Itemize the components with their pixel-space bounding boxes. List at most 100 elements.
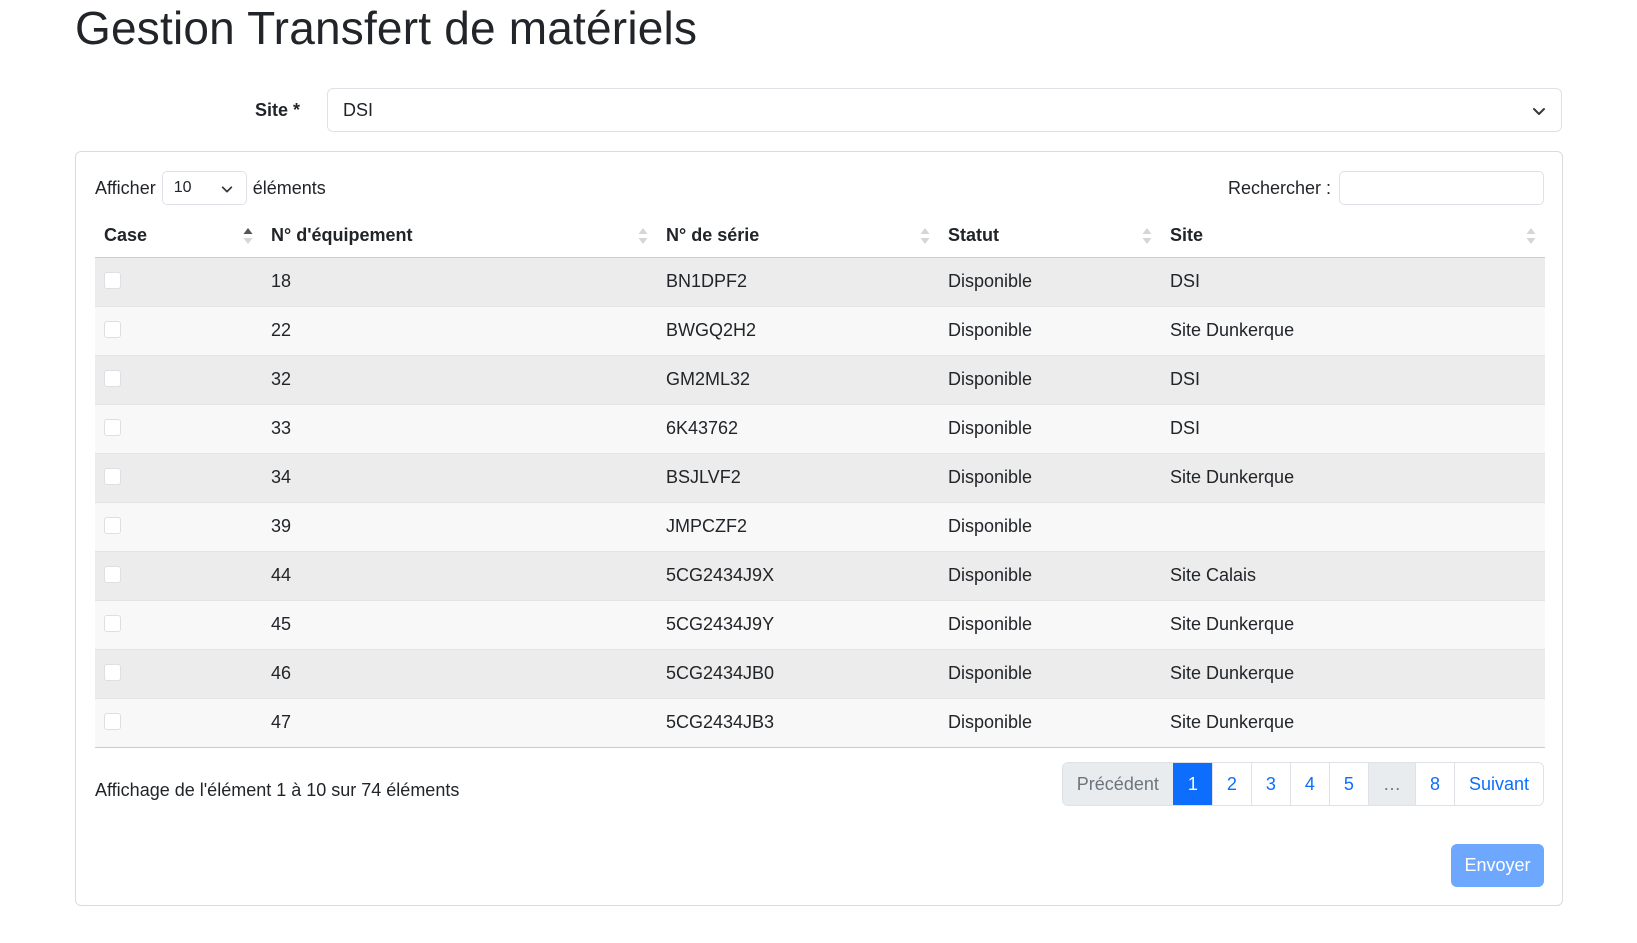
length-prefix: Afficher [95,177,156,198]
serial-cell: 6K43762 [657,403,939,453]
column-header-label: Statut [948,224,999,245]
pagination-page-8[interactable]: 8 [1414,763,1454,805]
pagination-page-1[interactable]: 1 [1172,763,1212,805]
table-card: Afficher 10 éléments Rechercher : Case N… [75,151,1563,906]
length-suffix: éléments [252,177,326,198]
pagination: Précédent 1 2 3 4 5 … 8 Suivant [1061,762,1544,806]
search-control: Rechercher : [1228,171,1544,205]
equipment-cell: 34 [262,452,657,502]
row-checkbox[interactable] [104,663,121,681]
row-checkbox[interactable] [104,467,121,485]
status-cell: Disponible [939,697,1161,748]
status-cell: Disponible [939,599,1161,649]
pagination-page-5[interactable]: 5 [1328,763,1368,805]
case-cell [95,648,262,698]
case-cell [95,550,262,600]
equipment-cell: 18 [262,257,657,306]
search-input[interactable] [1339,171,1544,205]
status-cell: Disponible [939,550,1161,600]
chevron-down-icon [1533,108,1545,115]
search-label: Rechercher : [1227,177,1331,198]
row-checkbox[interactable] [104,418,121,436]
status-cell: Disponible [939,648,1161,698]
page-length-select[interactable]: 10 [161,171,247,205]
column-header-label: Site [1170,224,1204,245]
site-label: Site * [254,100,300,120]
case-cell [95,452,262,502]
serial-cell: BWGQ2H2 [657,305,939,355]
table-row: 32 GM2ML32 Disponible DSI [95,354,1545,404]
row-checkbox[interactable] [104,320,121,338]
row-checkbox[interactable] [104,516,121,534]
serial-cell: 5CG2434J9X [657,550,939,600]
table-row: 46 5CG2434JB0 Disponible Site Dunkerque [95,648,1545,698]
serial-cell: JMPCZF2 [657,501,939,551]
site-cell: Site Dunkerque [1161,648,1545,698]
column-header-equipment[interactable]: N° d'équipement [262,214,657,258]
chevron-down-icon [221,186,232,193]
serial-cell: 5CG2434J9Y [657,599,939,649]
site-cell: DSI [1161,354,1545,404]
table-row: 45 5CG2434J9Y Disponible Site Dunkerque [95,599,1545,649]
row-checkbox[interactable] [104,271,121,289]
equipment-cell: 33 [262,403,657,453]
equipment-cell: 47 [262,697,657,748]
page-length-value: 10 [173,179,192,196]
equipment-cell: 39 [262,501,657,551]
row-checkbox[interactable] [104,614,121,632]
table-row: 47 5CG2434JB3 Disponible Site Dunkerque [95,697,1545,748]
case-cell [95,403,262,453]
status-cell: Disponible [939,501,1161,551]
pagination-previous[interactable]: Précédent [1062,763,1173,805]
site-cell: DSI [1161,257,1545,306]
status-cell: Disponible [939,403,1161,453]
site-cell: Site Dunkerque [1161,697,1545,748]
site-cell: Site Calais [1161,550,1545,600]
table-row: 39 JMPCZF2 Disponible [95,501,1545,551]
site-cell: Site Dunkerque [1161,599,1545,649]
site-select[interactable]: DSI [327,88,1562,132]
sort-icon [1526,228,1536,244]
pagination-page-4[interactable]: 4 [1289,763,1329,805]
table-info: Affichage de l'élément 1 à 10 sur 74 élé… [95,780,460,800]
status-cell: Disponible [939,257,1161,306]
status-cell: Disponible [939,452,1161,502]
column-header-case[interactable]: Case [95,214,262,258]
table-row: 22 BWGQ2H2 Disponible Site Dunkerque [95,305,1545,355]
column-header-serial[interactable]: N° de série [657,214,939,258]
column-header-site[interactable]: Site [1161,214,1545,258]
serial-cell: BSJLVF2 [657,452,939,502]
page-title: Gestion Transfert de matériels [75,2,698,54]
equipment-cell: 44 [262,550,657,600]
site-cell: Site Dunkerque [1161,305,1545,355]
serial-cell: 5CG2434JB3 [657,697,939,748]
pagination-page-3[interactable]: 3 [1250,763,1290,805]
status-cell: Disponible [939,305,1161,355]
column-header-label: N° d'équipement [271,224,413,245]
serial-cell: 5CG2434JB0 [657,648,939,698]
table-row: 18 BN1DPF2 Disponible DSI [95,257,1545,306]
page-length-control: Afficher 10 éléments [95,171,326,205]
equipment-cell: 22 [262,305,657,355]
table-header-row: Case N° d'équipement N° de série Statut … [95,214,1545,258]
pagination-ellipsis: … [1367,763,1415,805]
sort-icon [1142,228,1152,244]
column-header-label: N° de série [666,224,760,245]
case-cell [95,354,262,404]
site-cell: DSI [1161,403,1545,453]
serial-cell: GM2ML32 [657,354,939,404]
column-header-status[interactable]: Statut [939,214,1161,258]
pagination-next[interactable]: Suivant [1453,763,1543,805]
table-row: 44 5CG2434J9X Disponible Site Calais [95,550,1545,600]
site-cell: Site Dunkerque [1161,452,1545,502]
row-checkbox[interactable] [104,565,121,583]
pagination-page-2[interactable]: 2 [1211,763,1251,805]
site-field-row: Site * DSI [75,88,1562,132]
sort-icon [920,228,930,244]
serial-cell: BN1DPF2 [657,257,939,306]
row-checkbox[interactable] [104,712,121,730]
column-header-label: Case [104,224,148,245]
equipment-cell: 32 [262,354,657,404]
submit-button[interactable]: Envoyer [1451,844,1544,887]
row-checkbox[interactable] [104,369,121,387]
